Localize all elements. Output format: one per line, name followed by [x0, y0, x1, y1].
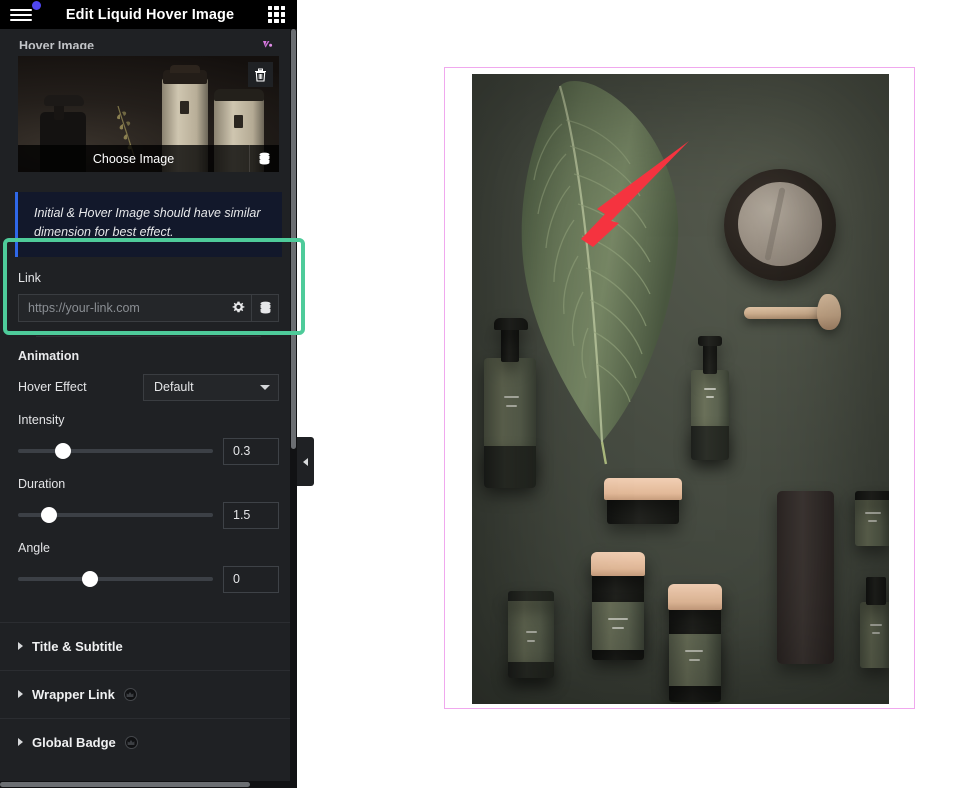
accordion-label: Wrapper Link — [32, 686, 115, 702]
grid-apps-icon[interactable] — [268, 6, 285, 23]
duration-slider[interactable] — [18, 507, 213, 524]
intensity-slider-knob[interactable] — [54, 443, 71, 460]
hover-effect-select-wrap: Default — [143, 373, 279, 401]
duration-label: Duration — [18, 476, 66, 491]
hover-effect-control: Hover Effect Default — [0, 365, 297, 401]
accordion-label: Title & Subtitle — [32, 638, 123, 654]
editor-canvas — [297, 0, 958, 788]
choose-image-button[interactable]: Choose Image — [18, 152, 249, 166]
editor-screen: Edit Liquid Hover Image Hover Image Choo… — [0, 0, 958, 788]
dimension-notice: Initial & Hover Image should have simila… — [15, 192, 282, 257]
duration-slider-knob[interactable] — [41, 507, 58, 524]
angle-slider-row: 0 — [18, 565, 279, 593]
red-pointer-arrow — [575, 135, 695, 255]
accordion-title-subtitle[interactable]: Title & Subtitle — [0, 621, 297, 670]
trash-icon — [255, 68, 266, 82]
accordion-wrapper-link[interactable]: Wrapper Link — [0, 669, 297, 718]
chevron-right-icon — [18, 642, 23, 651]
intensity-slider-row: 0.3 — [18, 437, 279, 465]
pro-crown-badge-icon — [123, 687, 137, 701]
panel-title: Edit Liquid Hover Image — [65, 6, 235, 23]
hover-effect-select[interactable]: Default — [143, 373, 279, 401]
delete-image-button[interactable] — [248, 62, 273, 87]
chevron-right-icon — [18, 738, 23, 747]
intensity-label: Intensity — [18, 412, 65, 427]
dynamic-tags-button[interactable] — [249, 145, 279, 172]
intensity-control: Intensity 0.3 — [0, 401, 297, 465]
link-dynamic-tags-button[interactable] — [252, 293, 279, 322]
media-footer: Choose Image — [18, 145, 279, 172]
ai-sparkle-icon[interactable] — [258, 40, 278, 49]
hover-image-media-control: Choose Image — [0, 49, 297, 172]
link-control: Link — [0, 257, 297, 337]
duration-slider-row: 1.5 — [18, 501, 279, 529]
chevron-down-icon — [260, 384, 270, 390]
scrollbar-thumb[interactable] — [0, 782, 250, 787]
hover-effect-label: Hover Effect — [18, 380, 87, 395]
hover-image-section-header: Hover Image — [0, 29, 297, 49]
intensity-slider[interactable] — [18, 443, 213, 460]
panel-vertical-scrollbar[interactable] — [290, 29, 297, 788]
section-label: Hover Image — [19, 39, 95, 50]
collapse-panel-button[interactable] — [297, 437, 314, 486]
angle-slider[interactable] — [18, 571, 213, 588]
angle-value[interactable]: 0 — [223, 565, 279, 593]
elementor-settings-panel: Edit Liquid Hover Image Hover Image Choo… — [0, 0, 297, 788]
panel-body: Hover Image Choose Image Initial & Hover… — [0, 29, 297, 788]
database-dynamic-tags-icon — [259, 152, 270, 164]
chevron-right-icon — [18, 690, 23, 699]
angle-control: Angle 0 — [0, 529, 297, 593]
accordion-global-badge[interactable]: Global Badge — [0, 717, 297, 766]
angle-slider-knob[interactable] — [82, 571, 99, 588]
notification-dot-icon — [32, 0, 41, 10]
pro-crown-badge-icon — [124, 735, 138, 749]
link-label: Link — [18, 270, 41, 285]
panel-header: Edit Liquid Hover Image — [0, 0, 297, 29]
database-dynamic-tags-icon — [260, 301, 270, 314]
animation-section-title: Animation — [18, 348, 80, 363]
notice-text: Initial & Hover Image should have simila… — [34, 206, 261, 240]
link-input-row — [18, 293, 279, 322]
accordion-label: Global Badge — [32, 734, 116, 750]
chevron-left-icon — [303, 457, 308, 466]
scrollbar-thumb[interactable] — [291, 29, 296, 449]
link-options-button[interactable] — [225, 293, 252, 322]
duration-control: Duration 1.5 — [0, 465, 297, 529]
hamburger-menu-icon[interactable] — [10, 0, 41, 23]
link-input[interactable] — [18, 293, 225, 322]
panel-horizontal-scrollbar[interactable] — [0, 781, 297, 788]
gear-icon — [232, 301, 244, 313]
duration-value[interactable]: 1.5 — [223, 501, 279, 529]
image-thumbnail[interactable]: Choose Image — [18, 56, 279, 172]
angle-label: Angle — [18, 540, 50, 555]
intensity-value[interactable]: 0.3 — [223, 437, 279, 465]
